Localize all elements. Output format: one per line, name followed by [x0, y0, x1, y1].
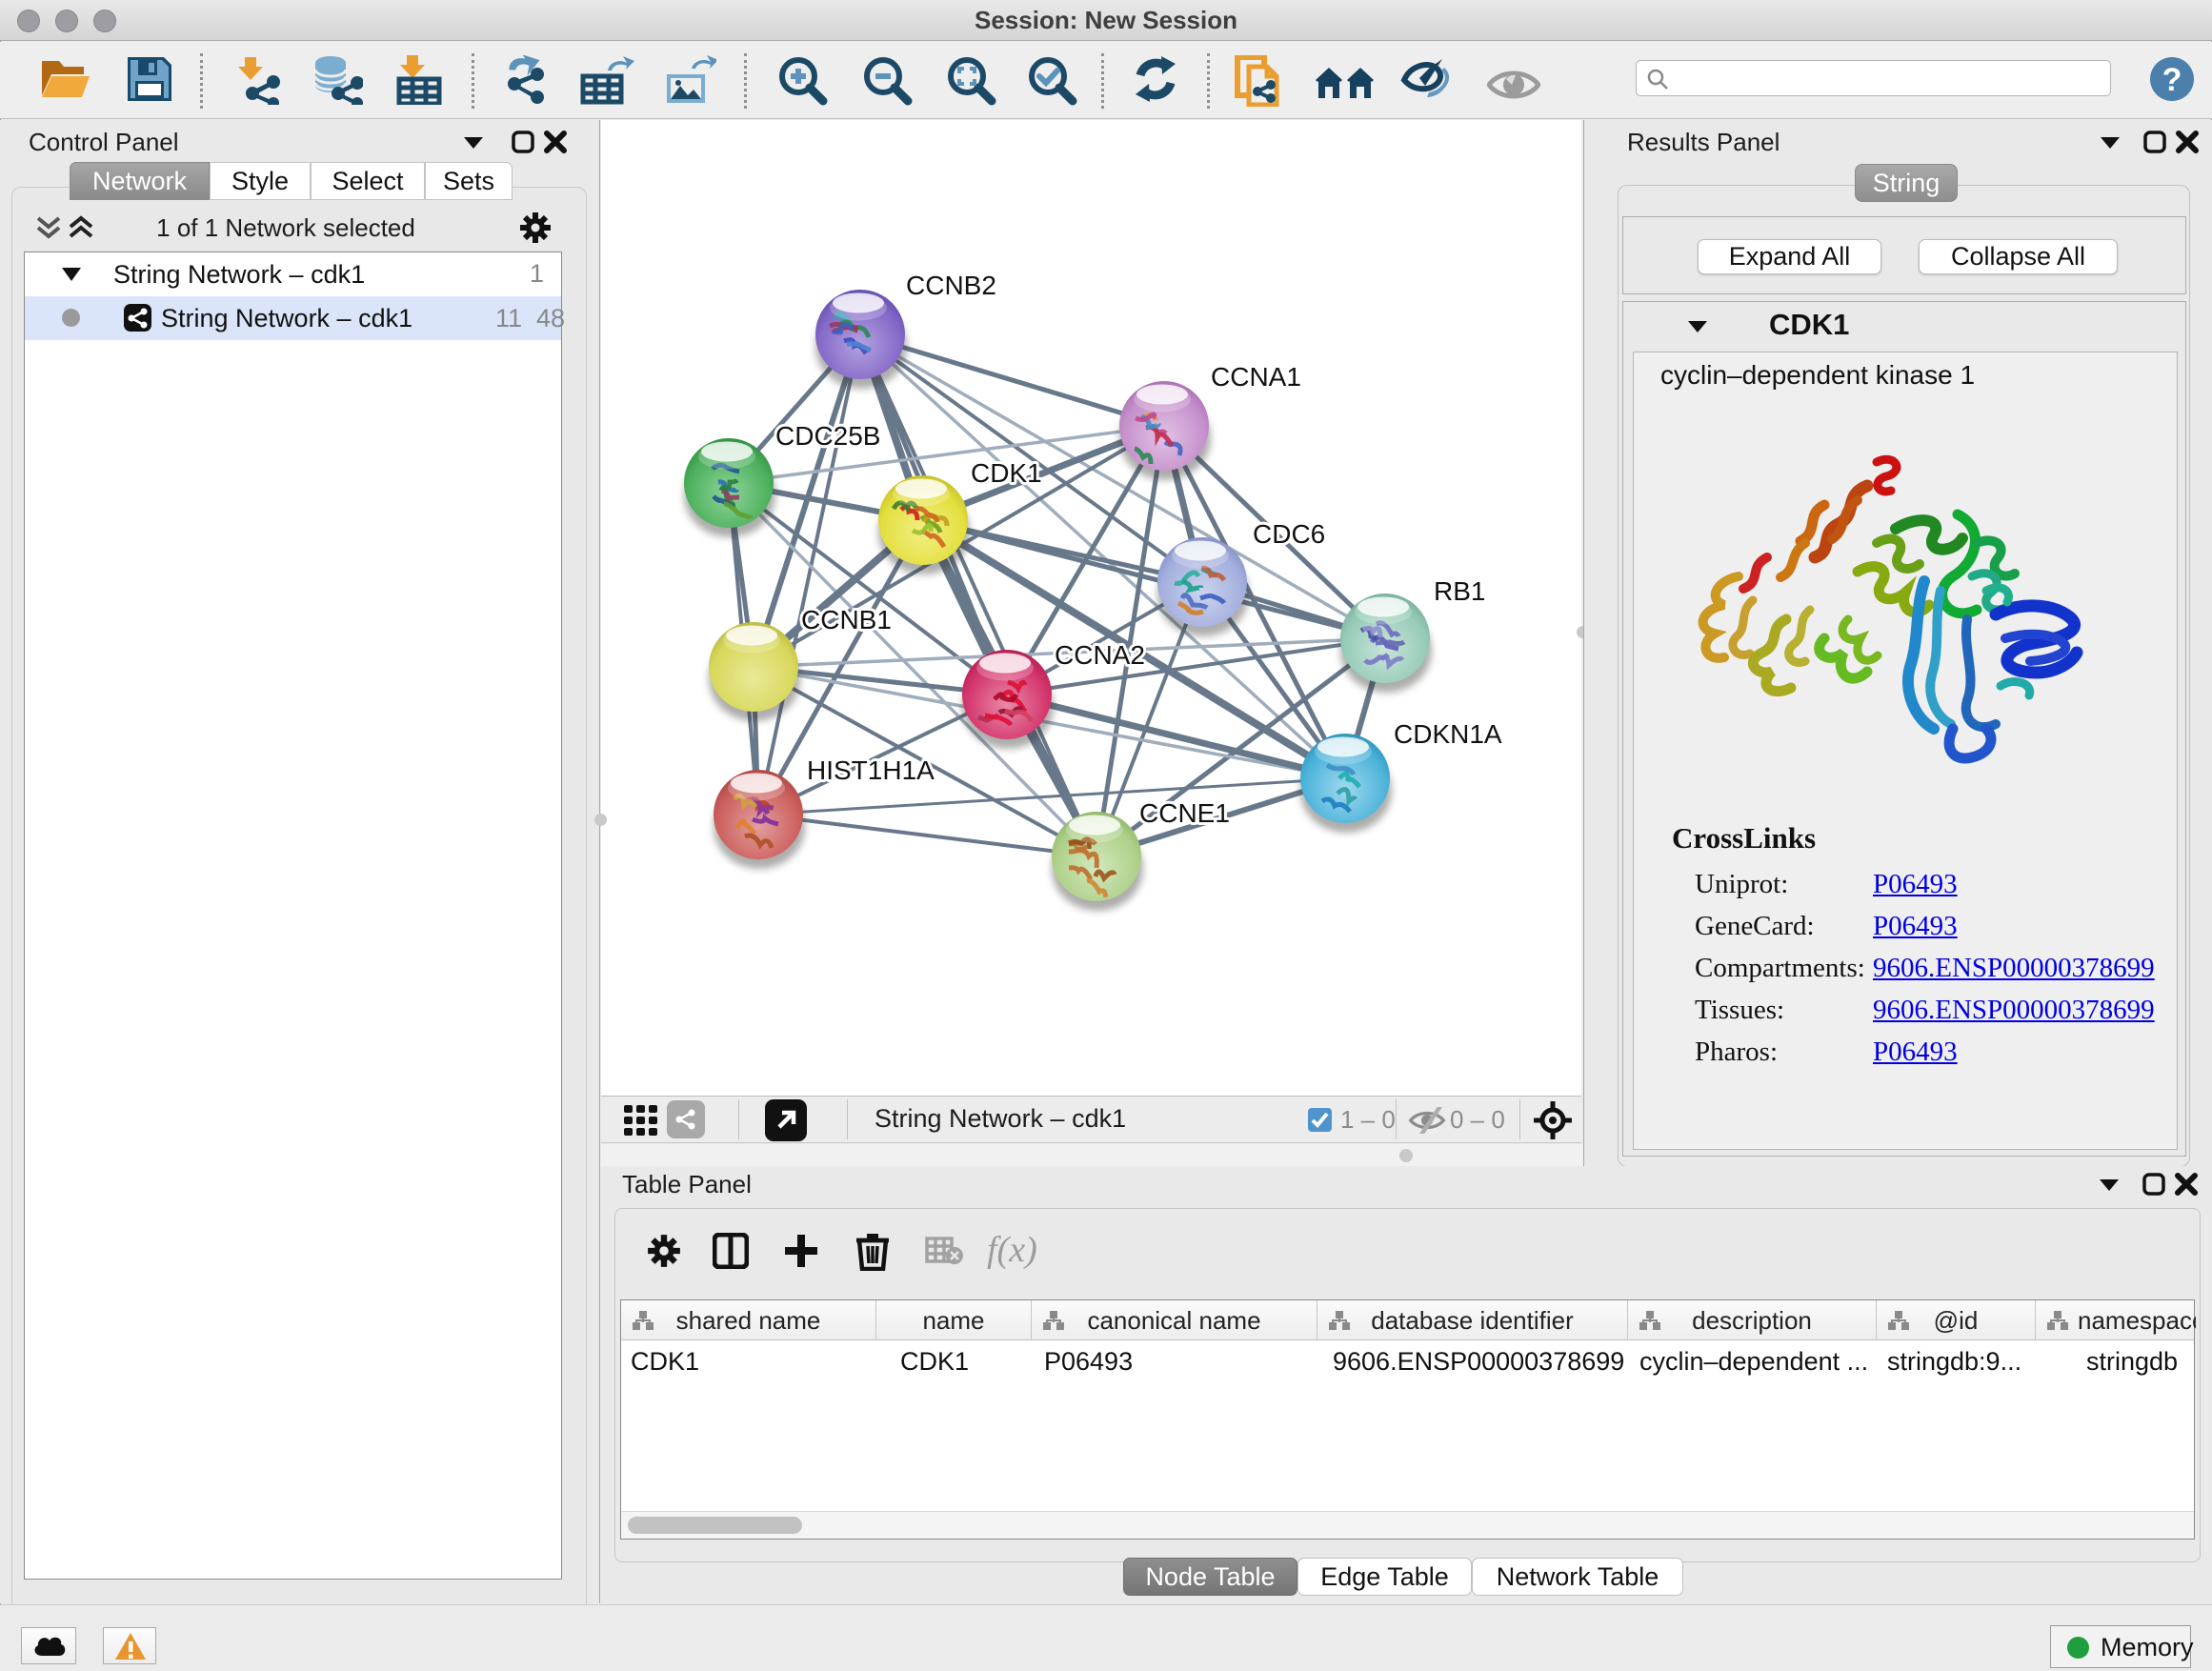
svg-text:CCNA2: CCNA2	[1055, 640, 1145, 670]
svg-text:CDC6: CDC6	[1253, 519, 1325, 549]
svg-text:?: ?	[2162, 62, 2182, 98]
svg-text:RB1: RB1	[1434, 576, 1485, 606]
svg-text:CCNA1: CCNA1	[1211, 362, 1301, 392]
svg-text:CCNE1: CCNE1	[1139, 798, 1230, 828]
svg-text:HIST1H1A: HIST1H1A	[807, 755, 935, 785]
svg-text:CCNB1: CCNB1	[801, 605, 892, 634]
svg-text:CCNB2: CCNB2	[906, 271, 996, 300]
svg-text:CDC25B: CDC25B	[775, 421, 880, 451]
svg-text:CDK1: CDK1	[971, 458, 1042, 488]
svg-text:CDKN1A: CDKN1A	[1394, 719, 1502, 749]
